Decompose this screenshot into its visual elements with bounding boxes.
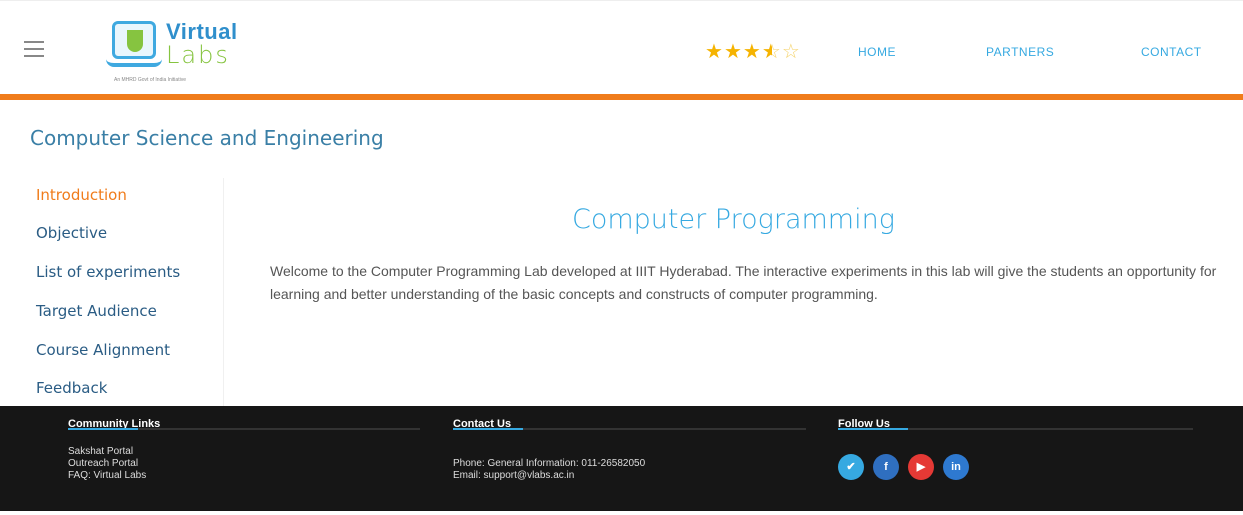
footer-contact-info: Phone: General Information: 011-26582050… [453,458,645,482]
virtual-labs-logo[interactable]: Virtual Labs An MHRD Govt of India Initi… [106,19,246,91]
department-title[interactable]: Computer Science and Engineering [30,126,384,150]
facebook-icon[interactable]: f [873,454,899,480]
half-star-icon-empty: ☆ [771,41,782,63]
sidebar-item-introduction[interactable]: Introduction [36,186,127,204]
sidebar-nav: Introduction Objective List of experimen… [18,178,224,406]
footer-divider [838,428,1193,430]
logo-subtitle: Labs [166,41,230,69]
footer-email[interactable]: Email: support@vlabs.ac.in [453,470,645,482]
half-star-icon: ★ [761,41,772,63]
footer-phone: Phone: General Information: 011-26582050 [453,458,646,469]
footer-link-outreach[interactable]: Outreach Portal [68,458,146,470]
empty-star-icon: ☆ [781,41,801,63]
book-icon [106,59,162,67]
footer-community-links: Sakshat Portal Outreach Portal FAQ: Virt… [68,446,146,482]
lab-description: Welcome to the Computer Programming Lab … [270,263,1217,302]
header-accent-bar [0,94,1243,100]
sidebar-item-feedback[interactable]: Feedback [36,379,107,397]
sidebar-item-target-audience[interactable]: Target Audience [36,302,157,320]
linkedin-icon[interactable]: in [943,454,969,480]
sidebar-item-objective[interactable]: Objective [36,224,107,242]
star-icon: ★ [742,41,762,63]
star-icon: ★ [723,41,743,63]
footer-divider [68,428,420,430]
footer-link-faq[interactable]: FAQ: Virtual Labs [68,470,146,482]
youtube-icon[interactable]: ▶ [908,454,934,480]
star-rating[interactable]: ★★★★☆☆ [705,39,801,64]
twitter-icon[interactable]: ✔ [838,454,864,480]
nav-partners-link[interactable]: PARTNERS [986,45,1054,59]
site-header: Virtual Labs An MHRD Govt of India Initi… [0,0,1243,96]
footer-link-sakshat[interactable]: Sakshat Portal [68,446,146,458]
nav-home-link[interactable]: HOME [858,45,896,59]
lab-title: Computer Programming [572,204,895,235]
flask-icon [112,21,156,59]
footer-bottom-strip [0,511,1243,515]
nav-contact-link[interactable]: CONTACT [1141,45,1202,59]
sidebar-item-list-of-experiments[interactable]: List of experiments [36,263,180,281]
star-icon: ★ [705,41,724,63]
sidebar-item-course-alignment[interactable]: Course Alignment [36,341,170,359]
hamburger-menu-icon[interactable] [24,41,46,59]
logo-tagline: An MHRD Govt of India Initiative [114,77,186,83]
footer-divider [453,428,806,430]
site-footer: Community Links Sakshat Portal Outreach … [0,406,1243,515]
